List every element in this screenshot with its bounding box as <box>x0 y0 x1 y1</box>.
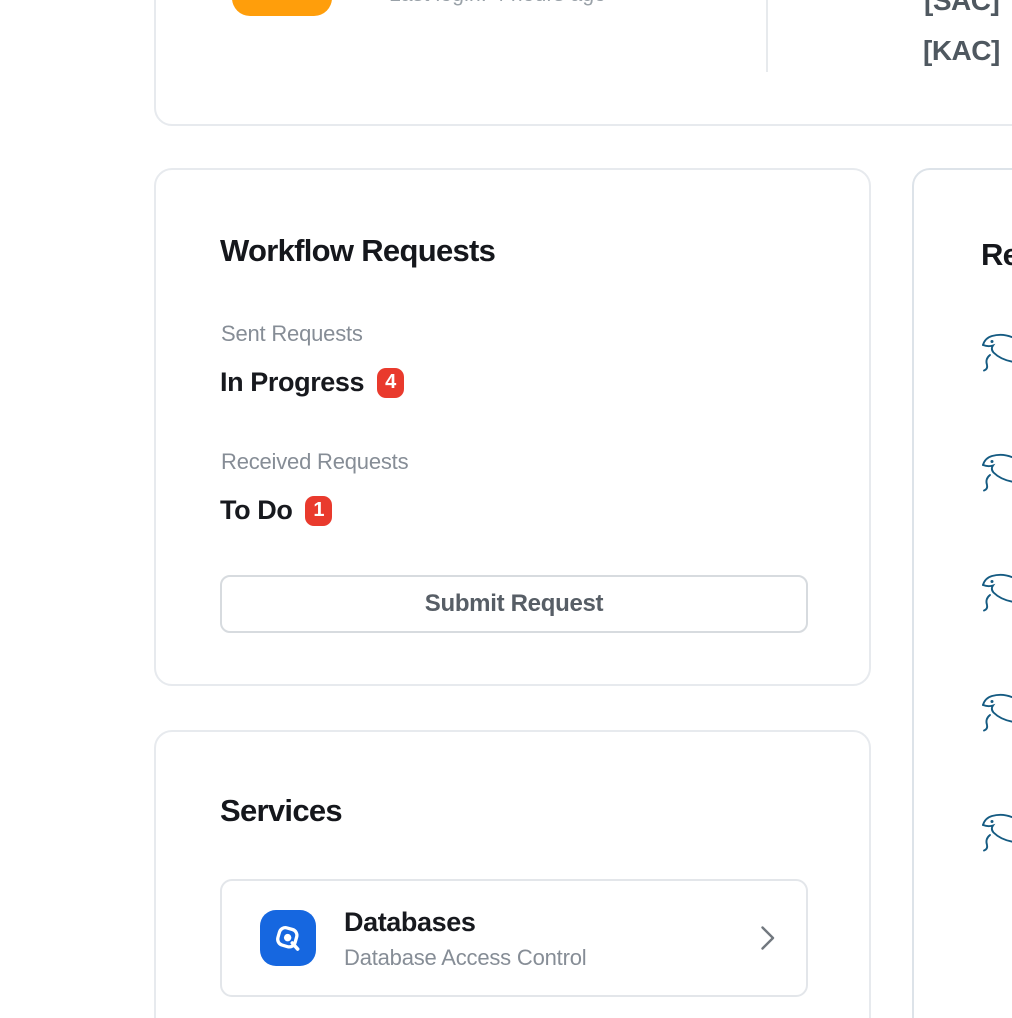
recent-connection-item[interactable] <box>980 812 1012 852</box>
service-text: Databases Database Access Control <box>344 907 586 970</box>
mysql-dolphin-icon <box>980 332 1012 372</box>
services-card: Services Databases Database Access Contr… <box>154 730 871 1018</box>
submit-request-button[interactable]: Submit Request <box>220 575 808 633</box>
profile-meta-text: Last login: 4 hours ago <box>389 0 606 6</box>
service-description: Database Access Control <box>344 946 586 970</box>
recent-connection-item[interactable] <box>980 452 1012 492</box>
recent-connection-item[interactable] <box>980 692 1012 732</box>
mysql-dolphin-icon <box>980 572 1012 612</box>
to-do-label: To Do <box>220 494 292 527</box>
mysql-dolphin-icon <box>980 692 1012 732</box>
mysql-dolphin-icon <box>980 812 1012 852</box>
vertical-divider <box>766 0 768 72</box>
querypie-database-icon <box>260 910 316 966</box>
received-requests-label: Received Requests <box>221 449 408 475</box>
recent-connections-title: Re <box>981 238 1012 272</box>
sent-requests-label: Sent Requests <box>221 321 363 347</box>
service-item-databases[interactable]: Databases Database Access Control <box>220 879 808 997</box>
in-progress-link[interactable]: In Progress 4 <box>220 366 404 399</box>
dashboard-page: Last login: 4 hours ago [SAC] [KAC] Work… <box>0 0 1012 1018</box>
service-name: Databases <box>344 907 586 937</box>
chevron-right-icon <box>760 925 776 951</box>
recent-connection-item[interactable] <box>980 572 1012 612</box>
orange-pill-badge[interactable] <box>232 0 332 16</box>
in-progress-label: In Progress <box>220 366 364 399</box>
workflow-requests-card: Workflow Requests Sent Requests In Progr… <box>154 168 871 686</box>
to-do-link[interactable]: To Do 1 <box>220 494 332 527</box>
recent-connections-card: Re <box>912 168 1012 1018</box>
to-do-count-badge: 1 <box>305 496 332 526</box>
in-progress-count-badge: 4 <box>377 368 404 398</box>
sac-link[interactable]: [SAC] <box>924 0 999 16</box>
mysql-dolphin-icon <box>980 452 1012 492</box>
profile-card: Last login: 4 hours ago [SAC] [KAC] <box>154 0 1012 126</box>
workflow-requests-title: Workflow Requests <box>220 234 495 268</box>
kac-link[interactable]: [KAC] <box>923 35 1000 66</box>
services-title: Services <box>220 794 342 828</box>
recent-connection-item[interactable] <box>980 332 1012 372</box>
